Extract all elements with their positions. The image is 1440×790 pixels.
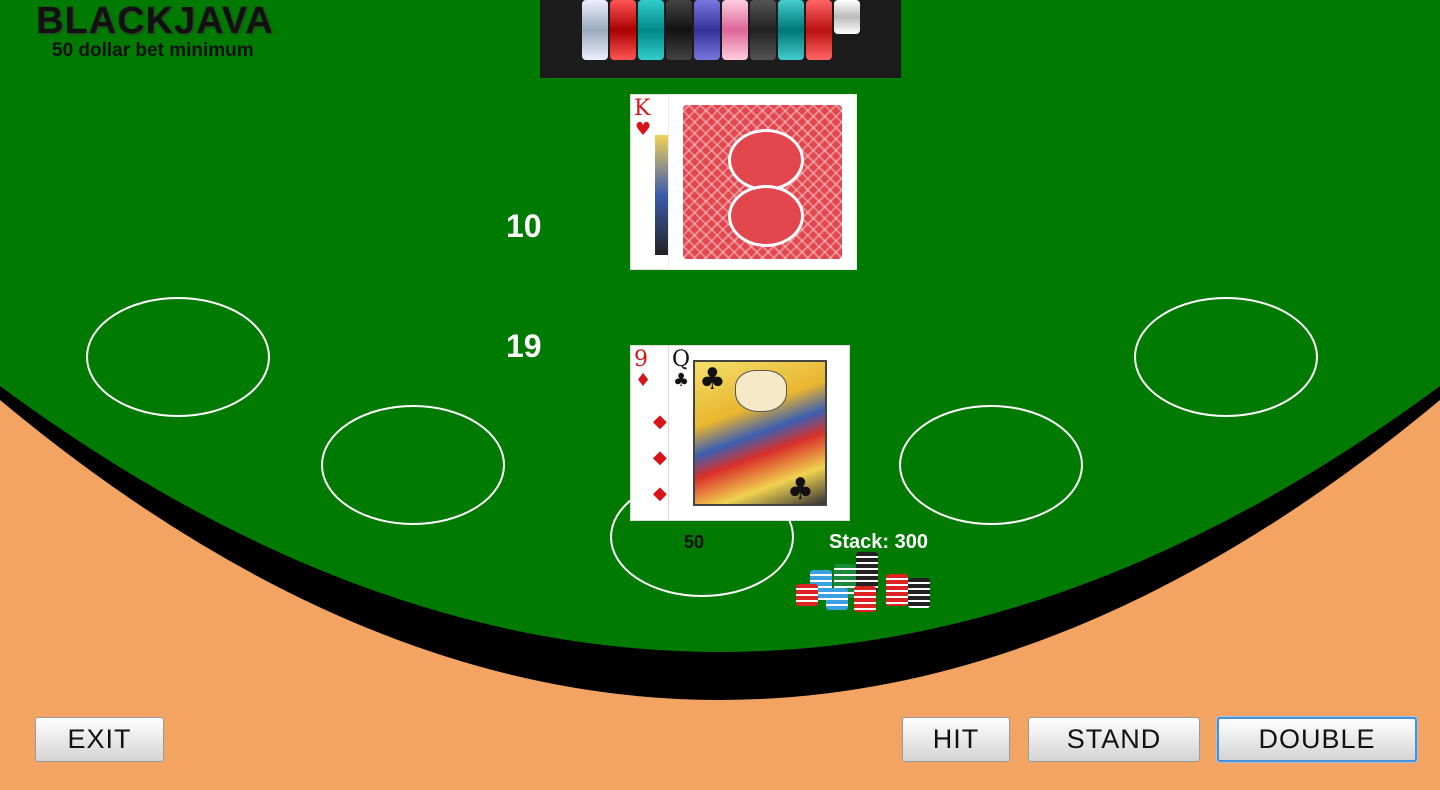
game-title: BLACKJAVA: [36, 0, 274, 42]
dealer-chip-tray: [540, 0, 901, 78]
dealer-card-hidden: [668, 94, 857, 270]
player-bet-amount: 50: [684, 532, 705, 552]
card-suit: ♦: [635, 370, 652, 391]
card-suit: ♥: [635, 119, 652, 140]
diamond-pips: ◆◆◆◆: [653, 411, 667, 520]
queen-face: [735, 370, 787, 412]
player-card-2: Q ♣ ♣ ♣: [668, 345, 850, 521]
card-rank: Q: [672, 347, 691, 372]
player-chip-pile: [796, 552, 936, 614]
chip-stack: [638, 0, 664, 60]
hit-button[interactable]: HIT: [902, 717, 1010, 762]
chip-stack: [582, 0, 608, 60]
chip-stack: [826, 588, 848, 610]
game-subtitle: 50 dollar bet minimum: [52, 40, 254, 61]
player-stack: Stack: 300: [829, 531, 928, 553]
double-button[interactable]: DOUBLE: [1217, 717, 1417, 762]
chip-stack: [834, 0, 860, 34]
chip-stack: [666, 0, 692, 60]
club-icon: ♣: [699, 362, 726, 397]
chip-stack: [886, 574, 908, 606]
card-back-oval: [727, 185, 804, 247]
chip-stack: [908, 578, 930, 608]
card-rank: K: [634, 96, 651, 121]
player-score: 19: [506, 328, 542, 364]
chip-stack: [750, 0, 776, 60]
card-back-oval: [727, 129, 804, 191]
exit-button[interactable]: EXIT: [35, 717, 164, 762]
card-suit: ♣: [673, 370, 690, 391]
club-icon: ♣: [787, 472, 814, 507]
chip-stack: [610, 0, 636, 60]
dealer-score: 10: [506, 208, 542, 244]
chip-stack: [778, 0, 804, 60]
chip-stack: [694, 0, 720, 60]
stand-button[interactable]: STAND: [1028, 717, 1200, 762]
chip-stack: [806, 0, 832, 60]
card-rank: 9: [634, 347, 648, 372]
chip-stack: [796, 584, 818, 606]
chip-stack: [854, 586, 876, 612]
card-back-pattern: [683, 105, 842, 259]
chip-stack: [722, 0, 748, 60]
